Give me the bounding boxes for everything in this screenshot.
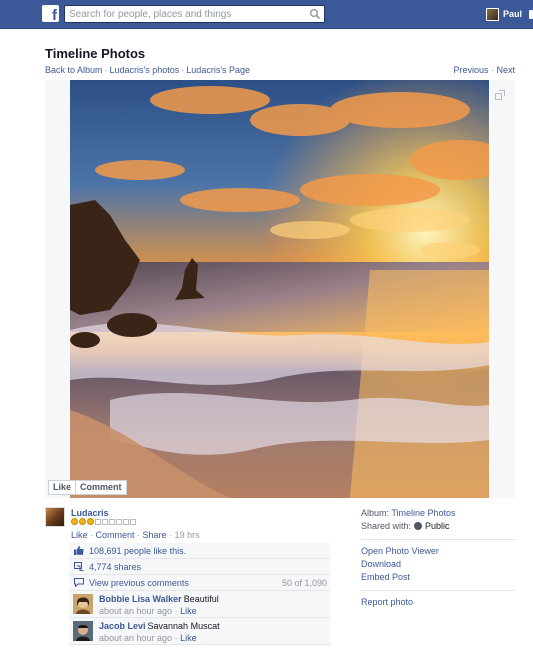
commenter-avatar[interactable] [73, 621, 93, 641]
medal-icon [87, 518, 94, 525]
comment-time[interactable]: about an hour ago [99, 606, 172, 616]
comment-tagged-name[interactable]: Savannah Muscat [148, 621, 220, 631]
user-avatar[interactable] [486, 8, 499, 21]
feedback-panel: 108,691 people like this. 4,774 shares V… [69, 543, 330, 645]
previous-link[interactable]: Previous [453, 65, 488, 75]
breadcrumb: Back to Album · Ludacris's photos · Ludacris… [45, 65, 251, 75]
comment-bubble-icon [74, 578, 84, 587]
comment-item: Jacob Levi Savannah Muscat about an hour … [69, 618, 330, 645]
commenter-avatar[interactable] [73, 594, 93, 614]
globe-icon [414, 522, 423, 530]
view-previous-comments-link[interactable]: View previous comments [89, 578, 189, 588]
empty-slot-icon [109, 518, 115, 525]
divider [361, 539, 516, 540]
report-photo-link[interactable]: Report photo [361, 597, 516, 610]
comment-time[interactable]: about an hour ago [99, 633, 172, 643]
view-previous-row[interactable]: View previous comments 50 of 1,090 [69, 575, 330, 591]
author-name-link[interactable]: Ludacris [71, 508, 109, 518]
download-link[interactable]: Download [361, 559, 516, 572]
user-name-link[interactable]: Paul [503, 9, 522, 19]
comment-text: Beautiful [183, 594, 219, 604]
medal-icon [71, 518, 78, 525]
album-link[interactable]: Timeline Photos [391, 508, 455, 518]
nav-icon-clipped[interactable] [529, 10, 533, 19]
privacy-row: Shared with: Public [361, 521, 516, 534]
comment-count: 50 of 1,090 [281, 577, 327, 588]
embed-post-link[interactable]: Embed Post [361, 572, 516, 585]
facebook-logo-icon[interactable]: f [42, 5, 59, 24]
empty-slot-icon [130, 518, 136, 525]
comment-item: Bobbie Lisa Walker Beautiful about an hou… [69, 591, 330, 618]
search-box[interactable] [64, 5, 325, 23]
logo-letter: f [52, 7, 57, 24]
likes-row[interactable]: 108,691 people like this. [69, 543, 330, 559]
post-like-link[interactable]: Like [71, 530, 88, 540]
next-link[interactable]: Next [496, 65, 515, 75]
album-label: Album: [361, 508, 390, 518]
author-rating [71, 518, 137, 525]
commenter-name-link[interactable]: Bobbie Lisa Walker [99, 594, 182, 604]
empty-slot-icon [123, 518, 129, 525]
expand-icon[interactable] [495, 90, 505, 100]
commenter-name-link[interactable]: Jacob Levi [99, 621, 146, 631]
author-avatar[interactable] [45, 507, 65, 527]
shares-count[interactable]: 4,774 shares [89, 562, 141, 572]
open-photo-viewer-link[interactable]: Open Photo Viewer [361, 546, 516, 559]
divider [361, 590, 516, 591]
breadcrumb-back-to-album[interactable]: Back to Album [45, 65, 103, 75]
photo-comment-button[interactable]: Comment [76, 480, 127, 495]
comment-like-link[interactable]: Like [180, 606, 197, 616]
shares-row[interactable]: 4,774 shares [69, 559, 330, 575]
empty-slot-icon [102, 518, 108, 525]
breadcrumb-photos[interactable]: Ludacris's photos [110, 65, 180, 75]
photo-action-bar: Like Comment [48, 480, 127, 495]
comment-like-link[interactable]: Like [180, 633, 197, 643]
photo-image[interactable] [70, 80, 489, 498]
post-share-link[interactable]: Share [143, 530, 167, 540]
privacy-value[interactable]: Public [425, 521, 450, 531]
likes-count[interactable]: 108,691 people like this. [89, 546, 186, 556]
post-comment-link[interactable]: Comment [96, 530, 135, 540]
post-timestamp[interactable]: 19 hrs [175, 530, 200, 540]
top-bar: f Paul [0, 0, 533, 29]
search-icon[interactable] [309, 8, 321, 20]
search-input[interactable] [65, 6, 305, 22]
share-icon [74, 562, 84, 571]
photo-sidebar: Album: Timeline Photos Shared with: Publi… [361, 508, 516, 610]
empty-slot-icon [95, 518, 101, 525]
photo-pager: Previous · Next [453, 65, 515, 75]
empty-slot-icon [116, 518, 122, 525]
photo-like-button[interactable]: Like [48, 480, 77, 495]
shared-with-label: Shared with: [361, 521, 412, 531]
medal-icon [79, 518, 86, 525]
post-meta: Like · Comment · Share · 19 hrs [71, 530, 200, 540]
page-title: Timeline Photos [45, 46, 146, 61]
thumbs-up-icon [74, 546, 84, 555]
album-row: Album: Timeline Photos [361, 508, 516, 521]
breadcrumb-page[interactable]: Ludacris's Page [186, 65, 250, 75]
